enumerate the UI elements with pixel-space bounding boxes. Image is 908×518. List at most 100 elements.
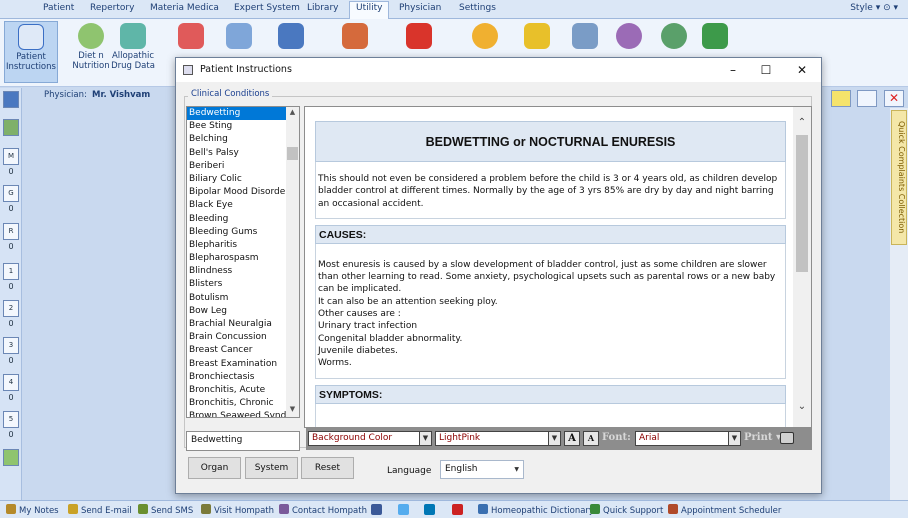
kit-icon [278, 23, 304, 49]
refresh-icon[interactable] [3, 449, 19, 466]
left-count-3: 0 [8, 356, 14, 365]
condition-list-item[interactable]: Bipolar Mood Disorder [187, 186, 287, 199]
menu-expert-system[interactable]: Expert System [234, 3, 300, 13]
maximize-icon[interactable]: ☐ [757, 61, 775, 79]
close-x-icon[interactable]: ✕ [884, 90, 904, 107]
left-btn-2[interactable]: 2 [3, 300, 19, 317]
close-icon[interactable]: ✕ [793, 61, 811, 79]
dropdown-arrow-icon: ▼ [728, 432, 740, 445]
condition-list-item[interactable]: Bell's Palsy [187, 147, 287, 160]
dialog-titlebar: Patient Instructions – ☐ ✕ [176, 58, 821, 82]
condition-list-item[interactable]: Blepharospasm [187, 252, 287, 265]
conditions-scroll-thumb[interactable] [287, 147, 298, 160]
notes-icon[interactable] [3, 119, 19, 136]
color-target-select[interactable]: Background Color ▼ [308, 431, 432, 446]
linkedin-icon[interactable] [424, 504, 435, 515]
font-select[interactable]: Arial ▼ [635, 431, 741, 446]
left-btn-4[interactable]: 4 [3, 374, 19, 391]
ribbon-allopathic-drug-data[interactable]: Allopathic Drug Data [104, 21, 162, 83]
facebook-icon[interactable] [371, 504, 382, 515]
menu-patient[interactable]: Patient [43, 3, 74, 13]
reset-button[interactable]: Reset [301, 457, 354, 479]
language-select[interactable]: English ▼ [440, 460, 524, 479]
doc-scroll-up-icon[interactable]: ⌃ [795, 117, 809, 128]
minimize-icon[interactable]: – [724, 61, 742, 79]
conditions-list[interactable]: Bedwetting Bee Sting Belching Bell's Palsy B… [186, 106, 300, 418]
condition-list-item[interactable]: Brachial Neuralgia [187, 318, 287, 331]
condition-list-item[interactable]: Black Eye [187, 199, 287, 212]
font-decrease-icon[interactable]: A [583, 431, 599, 446]
condition-list-item[interactable]: Breast Cancer [187, 344, 287, 357]
ti-icon [702, 23, 728, 49]
physician-label: Physician: [44, 90, 87, 100]
left-count-m: 0 [8, 167, 14, 176]
sos-icon [616, 23, 642, 49]
status-visit-hompath[interactable]: Visit Hompath [201, 504, 274, 516]
print-button[interactable]: Print ▾ [744, 432, 781, 443]
grid-icon[interactable] [3, 91, 19, 108]
document-title: BEDWETTING or NOCTURNAL ENURESIS [315, 121, 786, 162]
menu-repertory[interactable]: Repertory [90, 3, 134, 13]
youtube-icon[interactable] [452, 504, 463, 515]
scroll-down-icon[interactable]: ▼ [288, 405, 297, 413]
condition-list-item[interactable]: Blisters [187, 278, 287, 291]
doc-scroll-down-icon[interactable]: ⌄ [795, 401, 809, 412]
printer-icon[interactable] [780, 432, 794, 444]
status-contact-hompath[interactable]: Contact Hompath [279, 504, 367, 516]
condition-list-item[interactable]: Bleeding Gums [187, 226, 287, 239]
condition-list-item[interactable]: Brown Seaweed Syndrome [187, 410, 287, 417]
condition-list-item[interactable]: Brain Concussion [187, 331, 287, 344]
document-scroll-thumb[interactable] [796, 135, 808, 272]
menu-library[interactable]: Library [307, 3, 338, 13]
organ-button[interactable]: Organ [188, 457, 241, 479]
home-icon[interactable] [857, 90, 877, 107]
color-value-select[interactable]: LightPink ▼ [435, 431, 561, 446]
condition-list-item[interactable]: Bronchitis, Chronic [187, 397, 287, 410]
left-btn-1[interactable]: 1 [3, 263, 19, 280]
ribbon-patient-instructions[interactable]: Patient Instructions [4, 21, 58, 83]
status-quick-support[interactable]: Quick Support [590, 504, 663, 516]
condition-list-item[interactable]: Botulism [187, 292, 287, 305]
left-btn-5[interactable]: 5 [3, 411, 19, 428]
condition-list-item[interactable]: Biliary Colic [187, 173, 287, 186]
condition-list-item[interactable]: Bedwetting [187, 107, 287, 121]
pen-icon[interactable] [831, 90, 851, 107]
condition-list-item[interactable]: Bee Sting [187, 120, 287, 133]
system-button[interactable]: System [245, 457, 298, 479]
status-homeopathic-dictionary[interactable]: Homeopathic Dictionary [478, 504, 594, 516]
menu-utility[interactable]: Utility [349, 1, 390, 20]
condition-list-item[interactable]: Bronchiectasis [187, 371, 287, 384]
menu-settings[interactable]: Settings [459, 3, 496, 13]
menu-materia-medica[interactable]: Materia Medica [150, 3, 219, 13]
condition-list-item[interactable]: Beriberi [187, 160, 287, 173]
left-btn-m[interactable]: M [3, 148, 19, 165]
document-scrollbar[interactable]: ⌃ ⌄ [793, 107, 811, 427]
condition-search-input[interactable]: Bedwetting [186, 431, 300, 451]
left-btn-r[interactable]: R [3, 223, 19, 240]
style-menu[interactable]: Style ▾ ⊙ ▾ [850, 3, 898, 13]
physician-name: Mr. Vishvam [92, 90, 151, 100]
menu-bar: Patient Repertory Materia Medica Expert … [0, 0, 908, 20]
causes-heading: CAUSES: [315, 224, 786, 244]
scroll-up-icon[interactable]: ▲ [288, 108, 297, 116]
condition-list-item[interactable]: Blindness [187, 265, 287, 278]
condition-list-item[interactable]: Bleeding [187, 213, 287, 226]
left-btn-g[interactable]: G [3, 185, 19, 202]
conditions-scrollbar[interactable]: ▲ ▼ [286, 107, 299, 417]
instruction-document-frame: BEDWETTING or NOCTURNAL ENURESIS This sh… [304, 106, 812, 428]
condition-list-item[interactable]: Bronchitis, Acute [187, 384, 287, 397]
twitter-icon[interactable] [398, 504, 409, 515]
quick-complaints-collection-tab[interactable]: Quick Complaints Collection [891, 110, 907, 245]
condition-list-item[interactable]: Breast Examination [187, 358, 287, 371]
left-btn-3[interactable]: 3 [3, 337, 19, 354]
condition-list-item[interactable]: Blepharitis [187, 239, 287, 252]
status-my-notes[interactable]: My Notes [6, 504, 59, 516]
status-appointment-scheduler[interactable]: Appointment Scheduler [668, 504, 781, 516]
status-send-email[interactable]: Send E-mail [68, 504, 132, 516]
dialog-title: Patient Instructions [200, 64, 292, 75]
condition-list-item[interactable]: Bow Leg [187, 305, 287, 318]
font-increase-icon[interactable]: A [564, 431, 580, 446]
status-send-sms[interactable]: Send SMS [138, 504, 193, 516]
menu-physician[interactable]: Physician [399, 3, 441, 13]
condition-list-item[interactable]: Belching [187, 133, 287, 146]
